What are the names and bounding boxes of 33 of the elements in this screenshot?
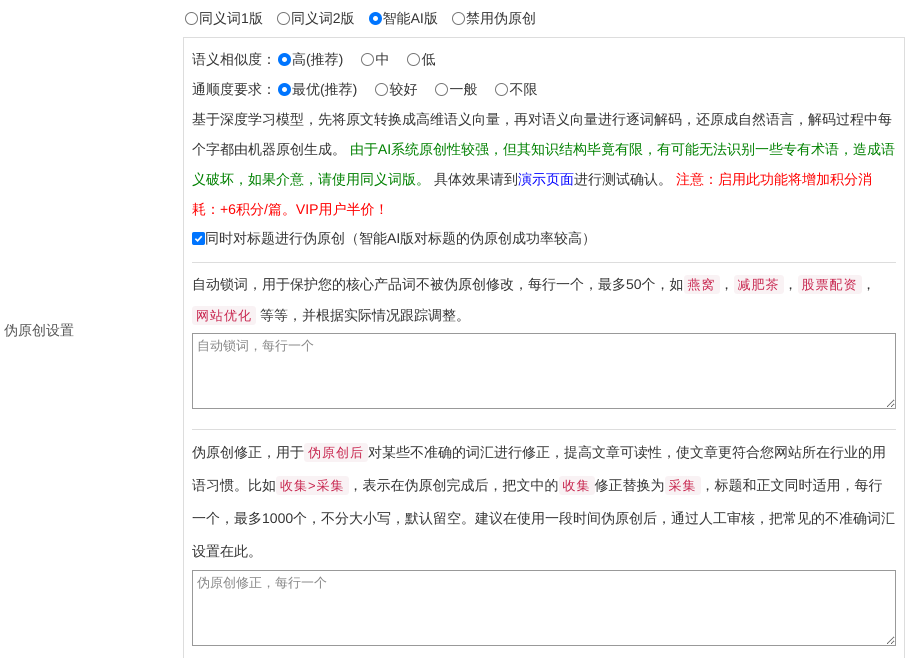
option-label[interactable]: 高(推荐) — [292, 48, 344, 70]
mode-option-label[interactable]: 禁用伪原创 — [466, 8, 536, 29]
correction-description: 伪原创修正，用于 伪原创后 对某些不准确的词汇进行修正，提高文章可读性，使文章更符合您网站所在行业的用语习惯。比如 收集>采集 ，表示在伪原创完成后，把文中的 收集 修正替换为 采集 ，标题和正文同时适用，每行一个，最多1000个，不分大小写，默认留空。建议在使用一段时间伪原创后，通过人工审核，把常见的不准确词汇设置在此。 — [192, 442, 896, 561]
radio-button[interactable] — [278, 82, 291, 96]
option-label[interactable]: 较好 — [389, 78, 418, 100]
section-label: 伪原创设置 — [4, 320, 74, 340]
radio-button[interactable] — [276, 12, 290, 25]
checkbox-label[interactable]: 同时对标题进行伪原创（智能AI版对标题的伪原创成功率较高） — [205, 228, 596, 248]
description-text: 基于深度学习模型，先将原文转换成高维语义向量，再对语义向量进行逐词解码，还原成自然语言，解码过程中每个字都由机器原创生成。 由于AI系统原创性较强，但其知识结构毕竟有限，有可能无法识别一些专有术语，造成语义破坏，如果介意，请使用同义词版。 具体效果请到演示页面进行测试确认。 注意：启用此功能将增加积分消耗：+6积分/篇。VIP用户半价！ — [192, 110, 896, 219]
radio-button[interactable] — [407, 52, 420, 66]
option-label[interactable]: 不限 — [509, 78, 538, 100]
option-label[interactable]: 最优(推荐) — [292, 78, 358, 100]
radio-button[interactable] — [375, 82, 388, 96]
lock-words-field[interactable]: 自动锁词，每行一个 — [192, 333, 896, 409]
demo-page-link[interactable]: 演示页面 — [518, 171, 574, 187]
mode-option-label[interactable]: 智能AI版 — [382, 8, 438, 29]
radio-button[interactable] — [435, 82, 448, 96]
setting-label: 语义相似度： — [192, 50, 276, 68]
option-label[interactable]: 中 — [375, 48, 390, 70]
radio-button[interactable] — [452, 12, 465, 25]
mode-option-label[interactable]: 同义词2版 — [290, 8, 355, 29]
lock-words-description: 自动锁词，用于保护您的核心产品词不被伪原创修改，每行一个，最多50个，如 燕窝 ， 减肥茶 ， 股票配资 ， 网站优化 等等，并根据实际情况跟踪调整。 — [192, 274, 877, 327]
radio-button[interactable] — [368, 12, 382, 25]
radio-button[interactable] — [185, 12, 198, 25]
option-label[interactable]: 一般 — [449, 78, 478, 100]
radio-button[interactable] — [278, 52, 291, 66]
mode-option-label[interactable]: 同义词1版 — [199, 8, 263, 29]
setting-label: 通顺度要求： — [192, 80, 276, 98]
correction-field[interactable]: 伪原创修正，每行一个 — [192, 570, 896, 646]
radio-button[interactable] — [495, 82, 508, 96]
radio-button[interactable] — [361, 52, 374, 66]
checkbox[interactable] — [192, 232, 205, 244]
option-label[interactable]: 低 — [421, 48, 436, 70]
